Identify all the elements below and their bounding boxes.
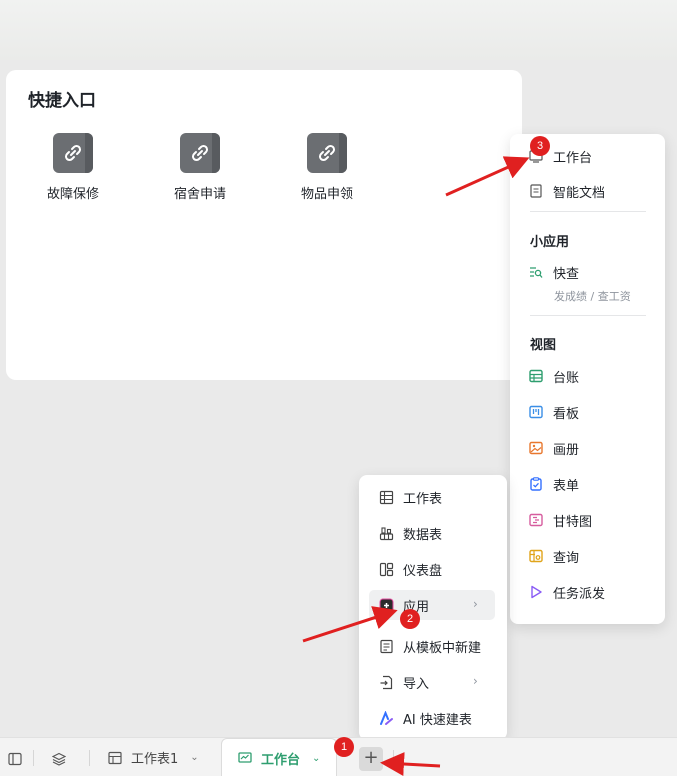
link-icon	[53, 133, 93, 173]
menu-item-label: 导入	[403, 676, 430, 692]
menu-item-subtitle: 发成绩 / 查工资	[554, 290, 631, 303]
menu-item-ai-create[interactable]: AI 快速建表	[369, 703, 495, 733]
menu-item-label: 画册	[553, 442, 580, 458]
menu-item-label: 任务派发	[553, 586, 606, 602]
gantt-icon	[529, 513, 543, 527]
divider	[393, 750, 394, 766]
tab-label: 工作表1	[131, 752, 179, 767]
divider	[33, 750, 34, 766]
menu-item-task-dispatch[interactable]: 任务派发	[510, 578, 665, 606]
menu-item-query[interactable]: 查询	[510, 542, 665, 570]
menu-item-form[interactable]: 表单	[510, 470, 665, 498]
import-icon	[380, 675, 393, 689]
tab-dashboard[interactable]: 工作台 ⌄	[221, 738, 337, 776]
menu-item-gantt[interactable]: 甘特图	[510, 506, 665, 534]
create-menu: 工作表 数据表 仪表盘 应用 › 从模板中新建 导入 › AI 快速建表	[359, 475, 507, 740]
menu-item-label: 看板	[553, 406, 580, 422]
kanban-icon	[529, 405, 543, 419]
dashboard-panel-icon	[379, 562, 394, 576]
menu-item-smart-doc[interactable]: 智能文档	[510, 177, 665, 205]
chevron-down-icon[interactable]: ⌄	[190, 752, 198, 763]
chevron-right-icon: ›	[473, 674, 478, 688]
quick-entry-label: 故障保修	[46, 187, 99, 202]
quick-entry-label: 物品申领	[300, 187, 353, 202]
ai-icon	[380, 710, 393, 725]
quick-entry-item[interactable]: 宿舍申请	[155, 133, 245, 202]
menu-item-dashboard-panel[interactable]: 仪表盘	[369, 554, 495, 584]
menu-item-sheet[interactable]: 工作表	[369, 482, 495, 512]
chevron-right-icon: ›	[473, 597, 478, 611]
section-title-view: 视图	[530, 338, 557, 353]
document-icon	[530, 184, 542, 198]
menu-item-label: AI 快速建表	[403, 712, 472, 728]
menu-item-label: 工作表	[403, 491, 443, 507]
menu-item-label: 仪表盘	[403, 563, 443, 579]
menu-item-import[interactable]: 导入 ›	[369, 667, 495, 697]
sidebar-toggle-icon[interactable]	[8, 752, 22, 766]
menu-item-kanban[interactable]: 看板	[510, 398, 665, 426]
quick-entry-item[interactable]: 物品申领	[282, 133, 372, 202]
datatable-icon	[379, 526, 394, 540]
page-background	[0, 0, 677, 60]
menu-item-app[interactable]: 应用 ›	[369, 590, 495, 620]
annotation-badge: 3	[530, 136, 550, 156]
quick-entry-card: 快捷入口 故障保修 宿舍申请 物品申领	[6, 70, 522, 380]
menu-item-label: 查询	[553, 550, 580, 566]
grid-table-icon	[529, 369, 543, 383]
sheet-icon	[108, 751, 122, 764]
task-dispatch-icon	[531, 585, 542, 599]
menu-item-label: 快查	[553, 266, 580, 282]
sheet-icon	[379, 490, 394, 504]
gallery-icon	[529, 441, 543, 455]
menu-item-label: 台账	[553, 370, 580, 386]
app-submenu: 工作台 智能文档 小应用 快查 发成绩 / 查工资 视图 台账 看板 画册 表单…	[510, 134, 665, 624]
link-icon	[307, 133, 347, 173]
menu-item-label: 表单	[553, 478, 580, 494]
menu-item-label: 数据表	[403, 527, 443, 543]
layers-icon[interactable]	[52, 752, 66, 766]
menu-divider	[530, 211, 646, 212]
link-icon	[180, 133, 220, 173]
menu-item-label: 甘特图	[553, 514, 593, 530]
form-icon	[530, 477, 542, 491]
menu-item-from-template[interactable]: 从模板中新建	[369, 631, 495, 661]
quick-entry-label: 宿舍申请	[173, 187, 226, 202]
section-title-mini-app: 小应用	[530, 235, 570, 250]
tab-label: 工作台	[261, 752, 301, 768]
menu-item-ledger[interactable]: 台账	[510, 362, 665, 390]
quick-entry-item[interactable]: 故障保修	[28, 133, 118, 202]
annotation-badge: 1	[334, 737, 354, 757]
menu-divider	[530, 315, 646, 316]
annotation-badge: 2	[400, 609, 420, 629]
tab-sheet1[interactable]: 工作表1 ⌄	[108, 738, 199, 776]
query-icon	[529, 549, 543, 563]
menu-item-datatable[interactable]: 数据表	[369, 518, 495, 548]
chevron-down-icon[interactable]: ⌄	[312, 753, 320, 764]
menu-item-gallery[interactable]: 画册	[510, 434, 665, 462]
app-icon	[379, 598, 394, 612]
add-tab-button[interactable]: +	[359, 747, 383, 771]
menu-item-label: 从模板中新建	[403, 640, 482, 656]
divider	[89, 750, 90, 766]
card-title: 快捷入口	[28, 91, 96, 111]
menu-item-label: 工作台	[553, 150, 593, 166]
menu-item-label: 智能文档	[553, 185, 606, 201]
dashboard-icon	[238, 752, 252, 763]
template-icon	[380, 639, 393, 653]
menu-item-quick-search[interactable]: 快查	[510, 258, 665, 286]
quick-search-icon	[530, 267, 543, 278]
